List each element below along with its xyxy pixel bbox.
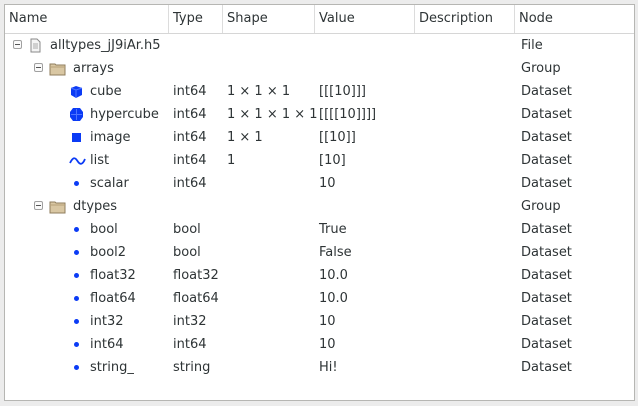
cell-name: string_ [90,360,134,375]
image-square-icon [69,130,84,145]
cell-name: list [90,153,110,168]
cell-value: [[[[10]]]] [319,107,377,122]
header-value[interactable]: Value [315,5,415,33]
cell-type: float64 [173,291,219,306]
dot-icon [69,268,84,283]
cell-value: 10 [319,314,336,329]
cell-node: Dataset [521,314,572,329]
tree-row[interactable]: int32 int32 10 Dataset [5,310,634,333]
tree-row[interactable]: bool2 bool False Dataset [5,241,634,264]
cell-name: bool [90,222,118,237]
cell-type: int64 [173,130,207,145]
wave-icon [69,153,86,168]
cell-type: int64 [173,176,207,191]
cell-type: string [173,360,211,375]
cell-name: bool2 [90,245,127,260]
cell-name: int64 [90,337,124,352]
cell-name: cube [90,84,122,99]
hdf5-tree-view[interactable]: Name Type Shape Value Description Node a… [4,4,635,401]
tree-row[interactable]: float32 float32 10.0 Dataset [5,264,634,287]
cell-node: File [521,38,543,53]
cell-value: True [319,222,347,237]
tree-row[interactable]: image int64 1 × 1 [[10]] Dataset [5,126,634,149]
cell-type: int64 [173,107,207,122]
cell-name: arrays [73,61,114,76]
cell-node: Dataset [521,245,572,260]
folder-icon [49,61,66,76]
cell-value: [[[10]]] [319,84,366,99]
cell-shape: 1 × 1 × 1 [227,84,291,99]
cell-name: dtypes [73,199,118,214]
cell-node: Dataset [521,153,572,168]
collapse-toggle[interactable] [13,40,22,49]
header-description[interactable]: Description [415,5,515,33]
tree-row[interactable]: alltypes_jJ9iAr.h5 File [5,34,634,57]
cell-type: float32 [173,268,219,283]
tree-row[interactable]: arrays Group [5,57,634,80]
cell-value: [10] [319,153,346,168]
dot-icon [69,291,84,306]
tree-row[interactable]: scalar int64 10 Dataset [5,172,634,195]
cell-name: hypercube [90,107,159,122]
cell-node: Dataset [521,130,572,145]
file-icon [28,38,43,53]
cell-shape: 1 × 1 [227,130,263,145]
dot-icon [69,337,84,352]
cell-name: alltypes_jJ9iAr.h5 [50,38,161,53]
cell-shape: 1 [227,153,236,168]
cell-node: Group [521,199,561,214]
cell-shape: 1 × 1 × 1 × 1 [227,107,318,122]
cell-value: False [319,245,352,260]
dot-icon [69,314,84,329]
tree-row[interactable]: list int64 1 [10] Dataset [5,149,634,172]
cell-node: Dataset [521,268,572,283]
cell-value: 10 [319,337,336,352]
hypercube-icon [69,107,84,122]
header-shape[interactable]: Shape [223,5,315,33]
tree-row[interactable]: dtypes Group [5,195,634,218]
cell-type: int64 [173,337,207,352]
header-node[interactable]: Node [515,5,634,33]
column-header: Name Type Shape Value Description Node [5,5,634,34]
tree-row[interactable]: hypercube int64 1 × 1 × 1 × 1 [[[[10]]]] Dat… [5,103,634,126]
collapse-toggle[interactable] [34,201,43,210]
cell-node: Dataset [521,107,572,122]
tree-row[interactable]: bool bool True Dataset [5,218,634,241]
cell-type: int64 [173,153,207,168]
cell-node: Dataset [521,360,572,375]
collapse-toggle[interactable] [34,63,43,72]
cell-node: Dataset [521,291,572,306]
cell-type: bool [173,245,201,260]
cell-name: int32 [90,314,124,329]
cell-value: 10.0 [319,291,348,306]
tree-row[interactable]: int64 int64 10 Dataset [5,333,634,356]
header-type[interactable]: Type [169,5,223,33]
tree-row[interactable]: float64 float64 10.0 Dataset [5,287,634,310]
folder-icon [49,199,66,214]
cell-name: scalar [90,176,129,191]
cell-type: int32 [173,314,207,329]
dot-icon [69,360,84,375]
cell-value: Hi! [319,360,338,375]
cell-node: Dataset [521,84,572,99]
cell-type: bool [173,222,201,237]
cell-name: float64 [90,291,136,306]
tree-row[interactable]: cube int64 1 × 1 × 1 [[[10]]] Dataset [5,80,634,103]
cell-node: Group [521,61,561,76]
tree-row[interactable]: string_ string Hi! Dataset [5,356,634,379]
cell-node: Dataset [521,337,572,352]
cell-value: [[10]] [319,130,356,145]
cell-node: Dataset [521,176,572,191]
cell-name: float32 [90,268,136,283]
cell-name: image [90,130,131,145]
dot-icon [69,245,84,260]
dot-icon [69,176,84,191]
cube-icon [69,84,84,99]
dot-icon [69,222,84,237]
cell-node: Dataset [521,222,572,237]
header-name[interactable]: Name [5,5,169,33]
cell-value: 10.0 [319,268,348,283]
cell-type: int64 [173,84,207,99]
cell-value: 10 [319,176,336,191]
